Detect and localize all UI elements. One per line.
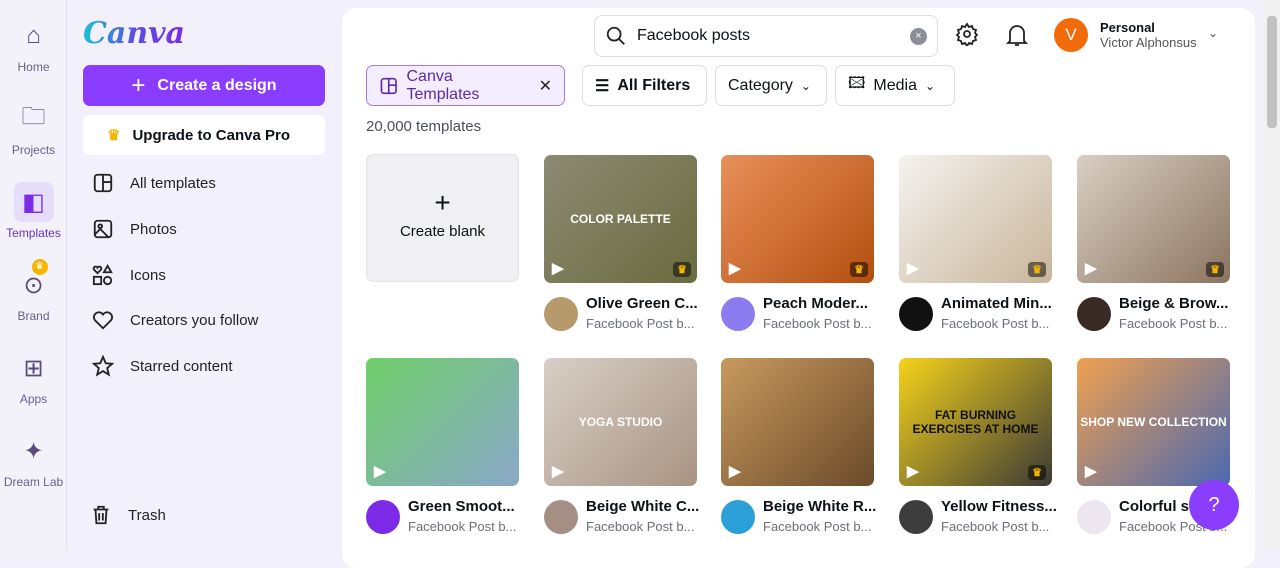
template-card[interactable]: YOGA STUDIO ▶ Beige White C... Facebook Po… bbox=[544, 358, 699, 534]
template-thumbnail[interactable]: COLOR PALETTE ▶ ♛ bbox=[544, 155, 697, 283]
rail-item-projects[interactable]: 🗀 Projects bbox=[0, 99, 67, 158]
brand-icon: ⊙ ♛ bbox=[14, 259, 54, 305]
crown-icon: ♛ bbox=[1206, 262, 1224, 277]
help-button[interactable]: ? bbox=[1189, 480, 1239, 530]
template-thumbnail[interactable]: ▶ ♛ bbox=[899, 155, 1052, 283]
creator-avatar[interactable] bbox=[544, 500, 578, 534]
play-icon: ▶ bbox=[907, 463, 919, 480]
nav-icons[interactable]: Icons bbox=[92, 264, 166, 286]
chevron-down-icon: ⌄ bbox=[925, 78, 936, 93]
heart-icon bbox=[93, 311, 113, 330]
crown-icon: ♛ bbox=[1028, 465, 1046, 480]
template-thumbnail[interactable]: YOGA STUDIO ▶ bbox=[544, 358, 697, 486]
template-card[interactable]: ▶ ♛ Animated Min... Facebook Post b... bbox=[899, 155, 1052, 331]
creator-avatar[interactable] bbox=[366, 500, 400, 534]
template-thumbnail[interactable]: FAT BURNING EXERCISES AT HOME ▶ ♛ bbox=[899, 358, 1052, 486]
trash-icon bbox=[93, 505, 109, 525]
search-input[interactable]: Facebook posts bbox=[637, 27, 750, 45]
apps-icon: ⊞ bbox=[23, 354, 44, 382]
media-dropdown[interactable]: 🖾 Media ⌄ bbox=[835, 65, 955, 106]
templates-outline-icon bbox=[380, 77, 397, 94]
play-icon: ▶ bbox=[1085, 463, 1097, 480]
template-thumbnail[interactable]: ▶ bbox=[721, 358, 874, 486]
clear-search-icon[interactable]: × bbox=[910, 27, 927, 45]
star-icon bbox=[92, 355, 114, 377]
template-card[interactable]: ▶ ♛ Beige & Brow... Facebook Post b... bbox=[1077, 155, 1230, 331]
shapes-icon bbox=[92, 264, 113, 286]
rail-item-templates[interactable]: ◧ Templates bbox=[0, 182, 67, 240]
play-icon: ▶ bbox=[552, 463, 564, 480]
nav-starred[interactable]: Starred content bbox=[92, 355, 233, 377]
creator-avatar[interactable] bbox=[544, 297, 578, 331]
creator-avatar[interactable] bbox=[721, 297, 755, 331]
home-icon: ⌂ bbox=[26, 22, 41, 49]
template-card[interactable]: COLOR PALETTE ▶ ♛ Olive Green C... Facebook… bbox=[544, 155, 698, 331]
creator-avatar[interactable] bbox=[1077, 297, 1111, 331]
results-count: 20,000 templates bbox=[366, 118, 482, 135]
play-icon: ▶ bbox=[374, 463, 386, 480]
play-icon: ▶ bbox=[729, 260, 741, 277]
remove-filter-icon[interactable]: ✕ bbox=[539, 76, 552, 96]
create-blank-card[interactable]: + Create blank bbox=[366, 154, 519, 282]
account-switcher[interactable]: Personal Victor Alphonsus bbox=[1100, 20, 1197, 50]
play-icon: ▶ bbox=[1085, 260, 1097, 277]
photo-icon bbox=[93, 219, 113, 239]
media-icon: 🖾 bbox=[848, 75, 866, 92]
template-card[interactable]: ▶ Beige White R... Facebook Post b... bbox=[721, 358, 876, 534]
nav-creators[interactable]: Creators you follow bbox=[92, 309, 258, 331]
crown-icon: ♛ bbox=[107, 127, 121, 144]
dream-lab-icon: ✦ bbox=[23, 437, 44, 465]
upgrade-button[interactable]: ♛ Upgrade to Canva Pro bbox=[83, 115, 325, 155]
templates-icon: ◧ bbox=[13, 182, 54, 222]
crown-icon: ♛ bbox=[1028, 262, 1046, 277]
templates-outline-icon bbox=[93, 173, 113, 193]
crown-icon: ♛ bbox=[850, 262, 868, 277]
template-thumbnail[interactable]: SHOP NEW COLLECTION ▶ bbox=[1077, 358, 1230, 486]
user-avatar[interactable]: V bbox=[1054, 18, 1088, 52]
template-card[interactable]: SHOP NEW COLLECTION ▶ Colorful s... Facebo… bbox=[1077, 358, 1230, 534]
creator-avatar[interactable] bbox=[899, 500, 933, 534]
search-icon bbox=[606, 26, 625, 45]
crown-icon: ♛ bbox=[673, 262, 691, 277]
creator-avatar[interactable] bbox=[721, 500, 755, 534]
create-design-button[interactable]: + Create a design bbox=[83, 65, 325, 106]
template-card[interactable]: ▶ Green Smoot... Facebook Post b... bbox=[366, 358, 519, 534]
sliders-icon: ☰ bbox=[595, 77, 610, 95]
rail-item-apps[interactable]: ⊞ Apps bbox=[0, 348, 67, 407]
template-card[interactable]: FAT BURNING EXERCISES AT HOME ▶ ♛ Yellow F… bbox=[899, 358, 1057, 534]
rail-item-home[interactable]: ⌂ Home bbox=[0, 16, 67, 74]
all-filters-button[interactable]: ☰ All Filters bbox=[582, 65, 707, 106]
scrollbar[interactable] bbox=[1264, 0, 1280, 550]
nav-trash[interactable]: Trash bbox=[90, 504, 166, 526]
settings-icon[interactable] bbox=[955, 22, 979, 46]
folder-icon: 🗀 bbox=[21, 102, 46, 130]
chevron-down-icon: ⌄ bbox=[800, 78, 811, 93]
template-card[interactable]: ▶ ♛ Peach Moder... Facebook Post b... bbox=[721, 155, 874, 331]
creator-avatar[interactable] bbox=[1077, 500, 1111, 534]
play-icon: ▶ bbox=[729, 463, 741, 480]
canva-logo[interactable]: Canva bbox=[83, 16, 185, 51]
play-icon: ▶ bbox=[552, 260, 564, 277]
search-bar[interactable]: Facebook posts × bbox=[594, 15, 938, 57]
left-rail: ⌂ Home 🗀 Projects ◧ Templates ⊙ ♛ Brand ⊞ Apps ✦ Dre… bbox=[0, 0, 67, 550]
category-dropdown[interactable]: Category ⌄ bbox=[715, 65, 827, 106]
plus-icon: + bbox=[131, 71, 146, 99]
template-thumbnail[interactable]: ▶ ♛ bbox=[1077, 155, 1230, 283]
crown-icon: ♛ bbox=[31, 259, 48, 275]
creator-avatar[interactable] bbox=[899, 297, 933, 331]
canva-templates-filter-chip[interactable]: Canva Templates ✕ bbox=[366, 65, 565, 106]
nav-all-templates[interactable]: All templates bbox=[92, 172, 216, 194]
play-icon: ▶ bbox=[907, 260, 919, 277]
template-thumbnail[interactable]: ▶ ♛ bbox=[721, 155, 874, 283]
scrollbar-thumb[interactable] bbox=[1267, 16, 1277, 128]
chevron-down-icon[interactable]: ⌄ bbox=[1208, 26, 1218, 40]
rail-item-dream-lab[interactable]: ✦ Dream Lab bbox=[0, 431, 67, 490]
nav-photos[interactable]: Photos bbox=[92, 218, 177, 240]
notification-bell-icon[interactable] bbox=[1005, 22, 1029, 48]
template-thumbnail[interactable]: ▶ bbox=[366, 358, 519, 486]
rail-item-brand[interactable]: ⊙ ♛ Brand bbox=[0, 259, 67, 323]
